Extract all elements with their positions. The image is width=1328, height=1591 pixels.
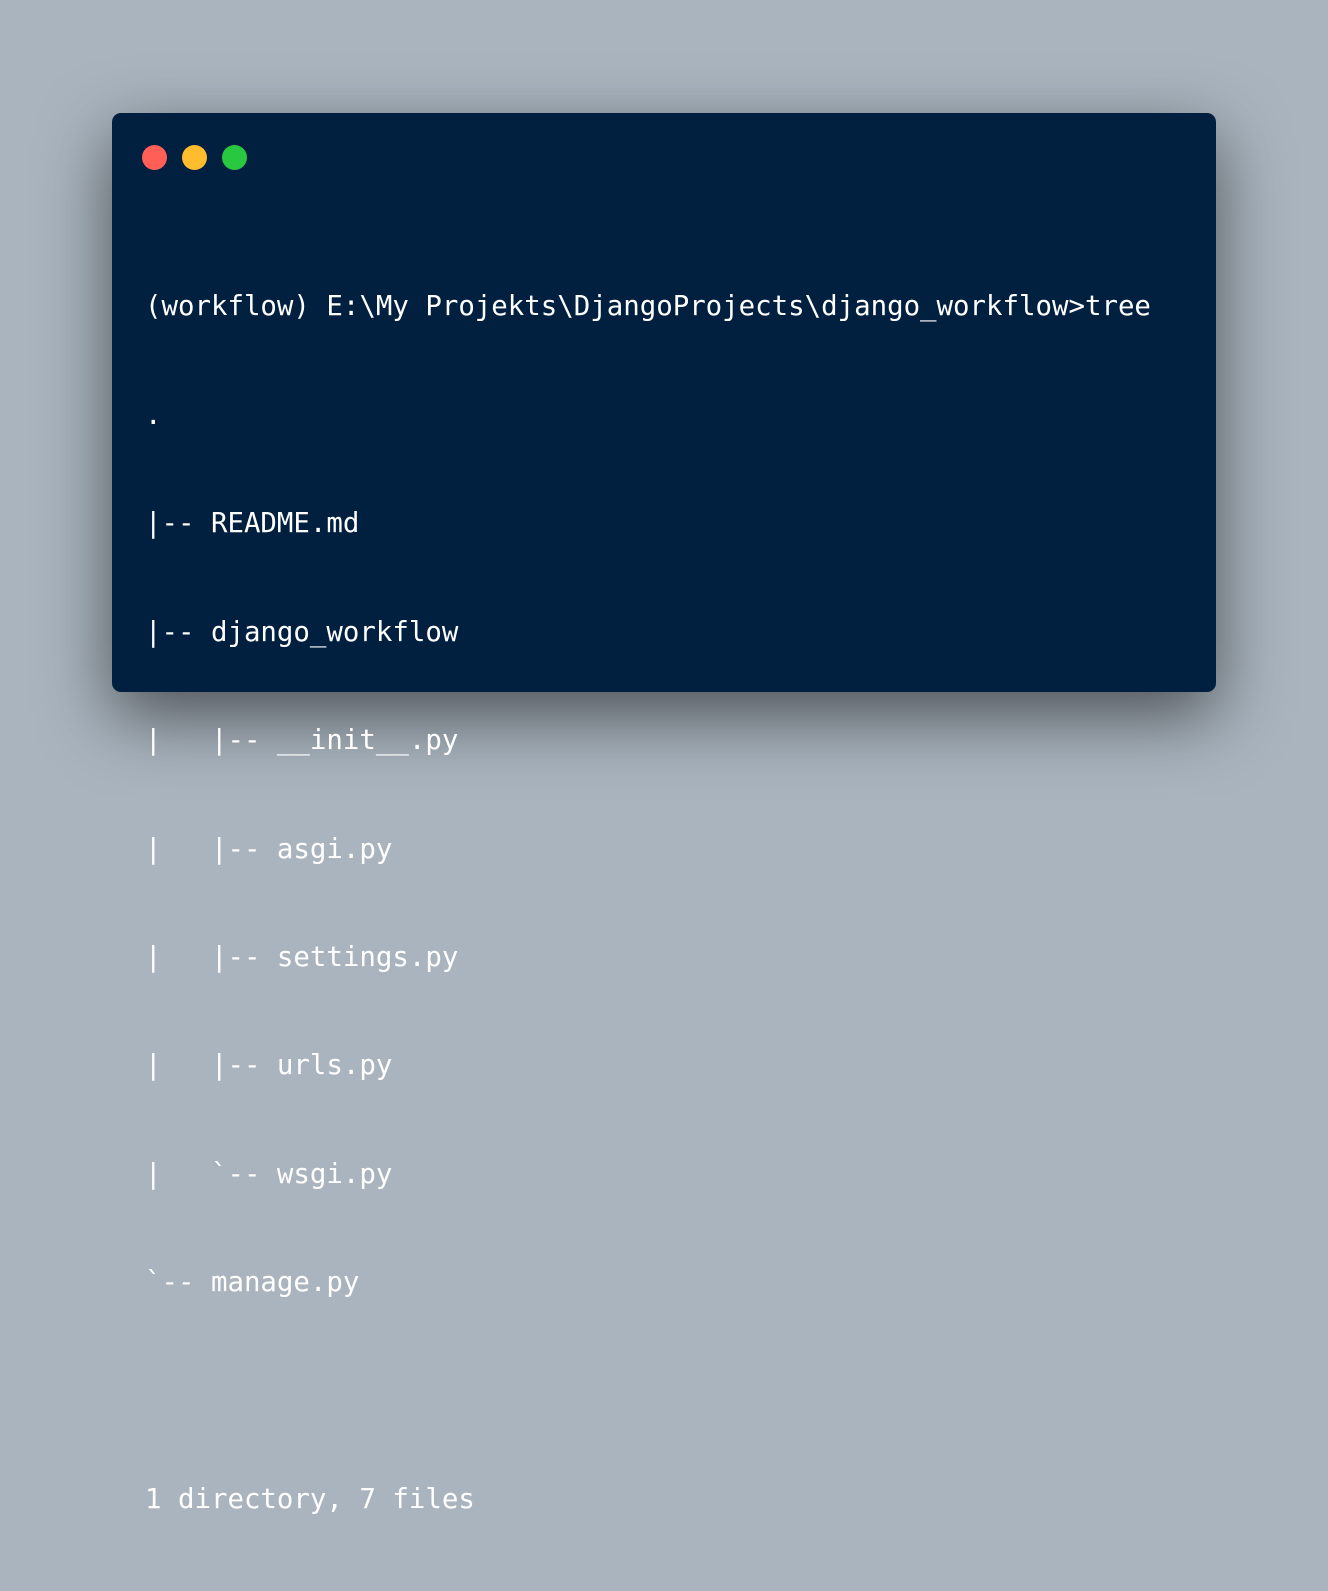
terminal-window: (workflow) E:\My Projekts\DjangoProjects… [112,113,1216,1515]
tree-line-asgi: | |-- asgi.py [145,833,393,865]
tree-line-urls: | |-- urls.py [145,1050,393,1082]
close-button[interactable] [142,145,167,170]
terminal-output: (workflow) E:\My Projekts\DjangoProjects… [145,217,1151,1591]
prompt-command-line: (workflow) E:\My Projekts\DjangoProjects… [145,291,1151,323]
zoom-button[interactable] [222,145,247,170]
tree-root-line: . [145,399,162,431]
minimize-button[interactable] [182,145,207,170]
window-controls [142,145,247,170]
tree-line-settings: | |-- settings.py [145,942,459,974]
tree-line-manage: `-- manage.py [145,1267,360,1299]
tree-line-init: | |-- __init__.py [145,725,459,757]
tree-line-readme: |-- README.md [145,508,360,540]
tree-line-django-workflow: |-- django_workflow [145,616,459,648]
tree-line-wsgi: | `-- wsgi.py [145,1158,393,1190]
tree-summary-line: 1 directory, 7 files [145,1484,475,1516]
